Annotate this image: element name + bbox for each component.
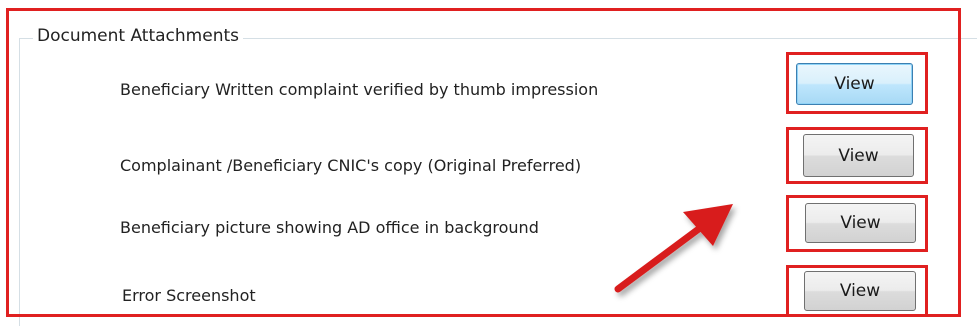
outer-highlight-frame bbox=[6, 8, 961, 317]
document-attachments-panel: Document Attachments Beneficiary Written… bbox=[0, 0, 977, 326]
